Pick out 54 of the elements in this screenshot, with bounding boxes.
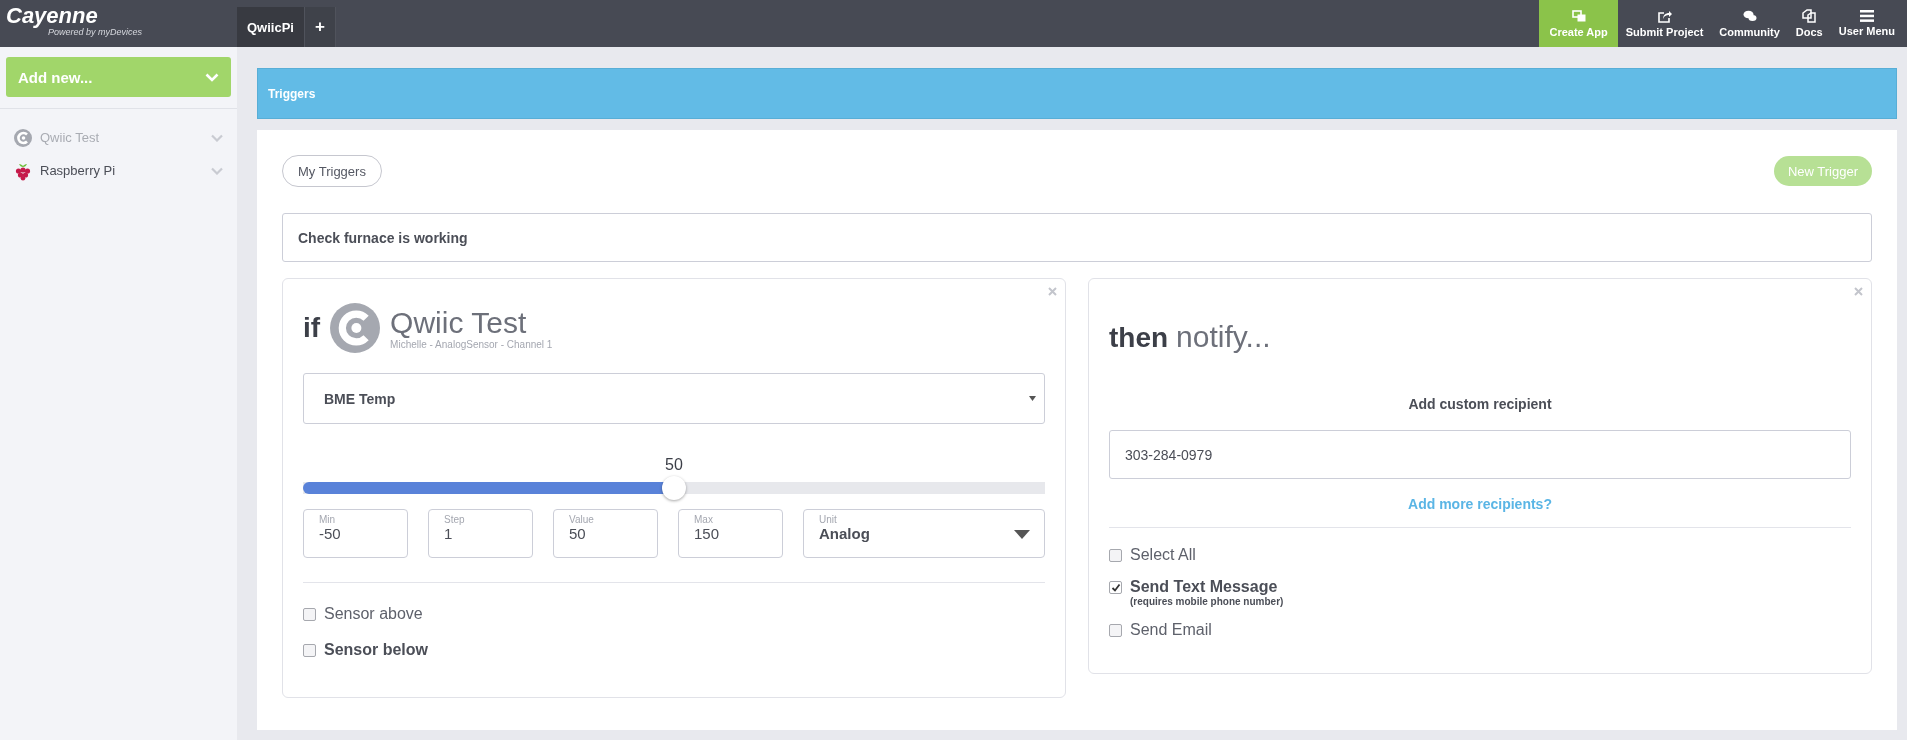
option-note: (requires mobile phone number): [1130, 596, 1284, 607]
close-button[interactable]: [1048, 287, 1057, 296]
checkbox[interactable]: [1109, 549, 1122, 562]
project-tab[interactable]: QwiicPi: [237, 7, 305, 47]
nav-button[interactable]: Docs: [1787, 0, 1831, 47]
checkbox[interactable]: [1109, 624, 1122, 637]
close-button[interactable]: [1854, 287, 1863, 296]
option-label: Send Text Message: [1130, 578, 1279, 596]
close-icon: [1048, 287, 1057, 296]
checkbox[interactable]: [303, 608, 316, 621]
trigger-name-field[interactable]: Check furnace is working: [282, 213, 1872, 262]
then-keyword: then: [1109, 322, 1169, 354]
logo-text: Cayenne: [6, 5, 98, 27]
checkbox[interactable]: [303, 644, 316, 657]
condition-label: Sensor below: [324, 641, 429, 659]
close-icon: [1854, 287, 1863, 296]
chevron-down-icon: [205, 72, 219, 82]
chevron-down-icon: [211, 166, 223, 175]
caret-icon: [1014, 530, 1030, 539]
option-label: Send Email: [1130, 621, 1212, 639]
number-field[interactable]: Min -50: [303, 509, 408, 558]
slider-reading: 50: [664, 456, 684, 474]
device-item[interactable]: Raspberry Pi: [6, 154, 231, 187]
logo-tagline: Powered by myDevices: [48, 27, 144, 37]
number-field[interactable]: Value 50: [553, 509, 658, 558]
action-name: notify...: [1176, 321, 1271, 353]
condition-label: Sensor above: [324, 605, 423, 623]
caret-icon: [1029, 396, 1036, 401]
unit-select[interactable]: Unit Analog: [803, 509, 1045, 558]
number-field[interactable]: Max 150: [678, 509, 783, 558]
recipient-field[interactable]: 303-284-0979: [1109, 430, 1851, 479]
chevron-down-icon: [211, 133, 223, 142]
recipient-label: Add custom recipient: [1407, 396, 1553, 412]
channel-select[interactable]: BME Temp: [303, 373, 1045, 424]
number-field[interactable]: Step 1: [428, 509, 533, 558]
slider-handle[interactable]: [662, 476, 686, 500]
device-subtitle: Michelle - AnalogSensor - Channel 1: [390, 338, 553, 350]
my-triggers-button[interactable]: My Triggers: [282, 155, 382, 187]
option-label: Select All: [1130, 546, 1196, 564]
nav-button[interactable]: User Menu: [1830, 0, 1903, 47]
chat-icon: [1742, 9, 1757, 23]
nav-button[interactable]: Submit Project: [1617, 0, 1712, 47]
page-title: Triggers: [268, 86, 316, 101]
menu-icon: [1859, 10, 1874, 22]
share-icon: [1657, 9, 1672, 23]
cayenne-device-icon: [330, 303, 381, 353]
windows-icon: [1571, 9, 1586, 23]
cayenne-device-icon: [14, 128, 32, 147]
nav-button[interactable]: Community: [1711, 0, 1788, 47]
documents-icon: [1802, 9, 1817, 23]
checkbox[interactable]: [1109, 581, 1122, 594]
add-tab-button[interactable]: +: [304, 7, 336, 47]
device-name: Qwiic Test: [390, 306, 528, 339]
if-keyword: if: [303, 312, 321, 344]
